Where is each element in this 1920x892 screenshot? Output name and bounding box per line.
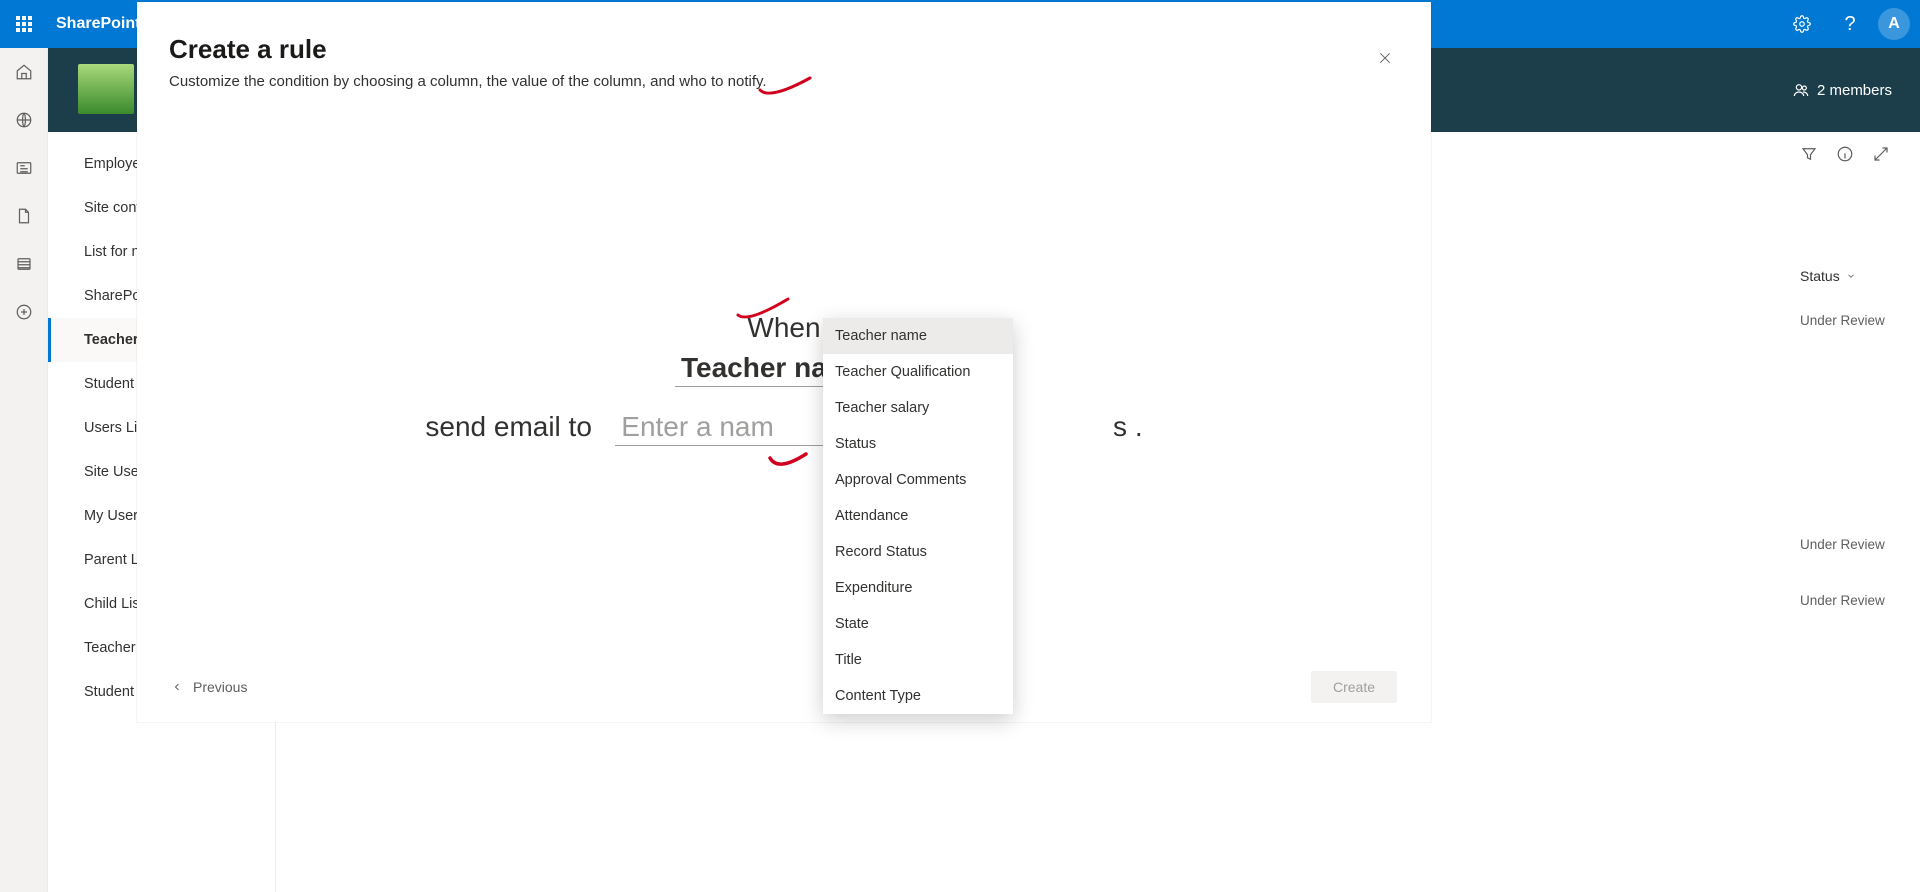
page-icon xyxy=(15,207,33,225)
dropdown-option[interactable]: Expenditure xyxy=(823,570,1013,606)
dropdown-option[interactable]: Title xyxy=(823,642,1013,678)
help-button[interactable]: ? xyxy=(1826,0,1874,48)
create-rule-panel: Create a rule Customize the condition by… xyxy=(137,2,1431,722)
filter-button[interactable] xyxy=(1800,145,1818,163)
close-button[interactable] xyxy=(1369,42,1401,74)
list-icon xyxy=(15,255,33,273)
waffle-icon xyxy=(16,16,32,32)
suite-right: ? A xyxy=(1778,0,1920,48)
app-launcher-button[interactable] xyxy=(0,0,48,48)
chevron-left-icon xyxy=(171,681,183,693)
dropdown-option[interactable]: Teacher salary xyxy=(823,390,1013,426)
annotation-mark xyxy=(736,297,790,323)
expand-icon xyxy=(1872,145,1890,163)
column-header-label: Status xyxy=(1800,268,1840,284)
dropdown-option[interactable]: Content Type xyxy=(823,678,1013,714)
annotation-mark xyxy=(758,76,812,102)
dropdown-option[interactable]: Teacher name xyxy=(823,318,1013,354)
panel-footer: Previous Create xyxy=(137,652,1431,722)
brand-label[interactable]: SharePoint xyxy=(48,15,140,33)
close-icon xyxy=(1377,50,1393,66)
add-button[interactable] xyxy=(14,302,34,322)
mini-rail xyxy=(0,48,48,892)
dropdown-option[interactable]: Status xyxy=(823,426,1013,462)
column-header-status[interactable]: Status xyxy=(1790,260,1920,292)
chevron-down-icon xyxy=(1846,271,1856,281)
column-dropdown: Teacher name Teacher Qualification Teach… xyxy=(823,318,1013,714)
send-prefix-text: send email to xyxy=(425,411,592,442)
previous-button[interactable]: Previous xyxy=(171,679,247,695)
globe-icon xyxy=(15,111,33,129)
gear-icon xyxy=(1793,15,1811,33)
trail-text: s . xyxy=(1113,411,1143,442)
info-icon xyxy=(1836,145,1854,163)
page-button[interactable] xyxy=(14,206,34,226)
dropdown-option[interactable]: Approval Comments xyxy=(823,462,1013,498)
rule-sentence: When Teacher name ⌄ send email to Enter … xyxy=(137,312,1431,454)
site-logo[interactable] xyxy=(78,64,134,114)
dropdown-option[interactable]: Teacher Qualification xyxy=(823,354,1013,390)
table-cell[interactable]: Under Review xyxy=(1790,292,1920,348)
dropdown-option[interactable]: State xyxy=(823,606,1013,642)
panel-title: Create a rule xyxy=(137,2,1431,73)
question-icon: ? xyxy=(1844,13,1855,36)
dropdown-option[interactable]: Attendance xyxy=(823,498,1013,534)
info-button[interactable] xyxy=(1836,145,1854,163)
status-column: Status Under Review Under Review Under R… xyxy=(1790,260,1920,628)
plus-circle-icon xyxy=(15,303,33,321)
table-cell[interactable]: Under Review xyxy=(1790,516,1920,572)
list-button[interactable] xyxy=(14,254,34,274)
news-button[interactable] xyxy=(14,158,34,178)
filter-icon xyxy=(1800,145,1818,163)
table-cell[interactable] xyxy=(1790,348,1920,404)
table-cell[interactable] xyxy=(1790,460,1920,516)
table-cell[interactable] xyxy=(1790,404,1920,460)
globe-button[interactable] xyxy=(14,110,34,130)
news-icon xyxy=(15,159,33,177)
table-cell[interactable]: Under Review xyxy=(1790,572,1920,628)
people-icon xyxy=(1793,82,1809,98)
annotation-mark xyxy=(768,450,808,476)
create-button[interactable]: Create xyxy=(1311,671,1397,703)
home-icon xyxy=(15,63,33,81)
dropdown-option[interactable]: Record Status xyxy=(823,534,1013,570)
previous-label: Previous xyxy=(193,679,247,695)
account-avatar[interactable]: A xyxy=(1878,8,1910,40)
members-link[interactable]: 2 members xyxy=(1793,82,1892,99)
settings-button[interactable] xyxy=(1778,0,1826,48)
members-label: 2 members xyxy=(1817,82,1892,99)
home-button[interactable] xyxy=(14,62,34,82)
expand-button[interactable] xyxy=(1872,145,1890,163)
